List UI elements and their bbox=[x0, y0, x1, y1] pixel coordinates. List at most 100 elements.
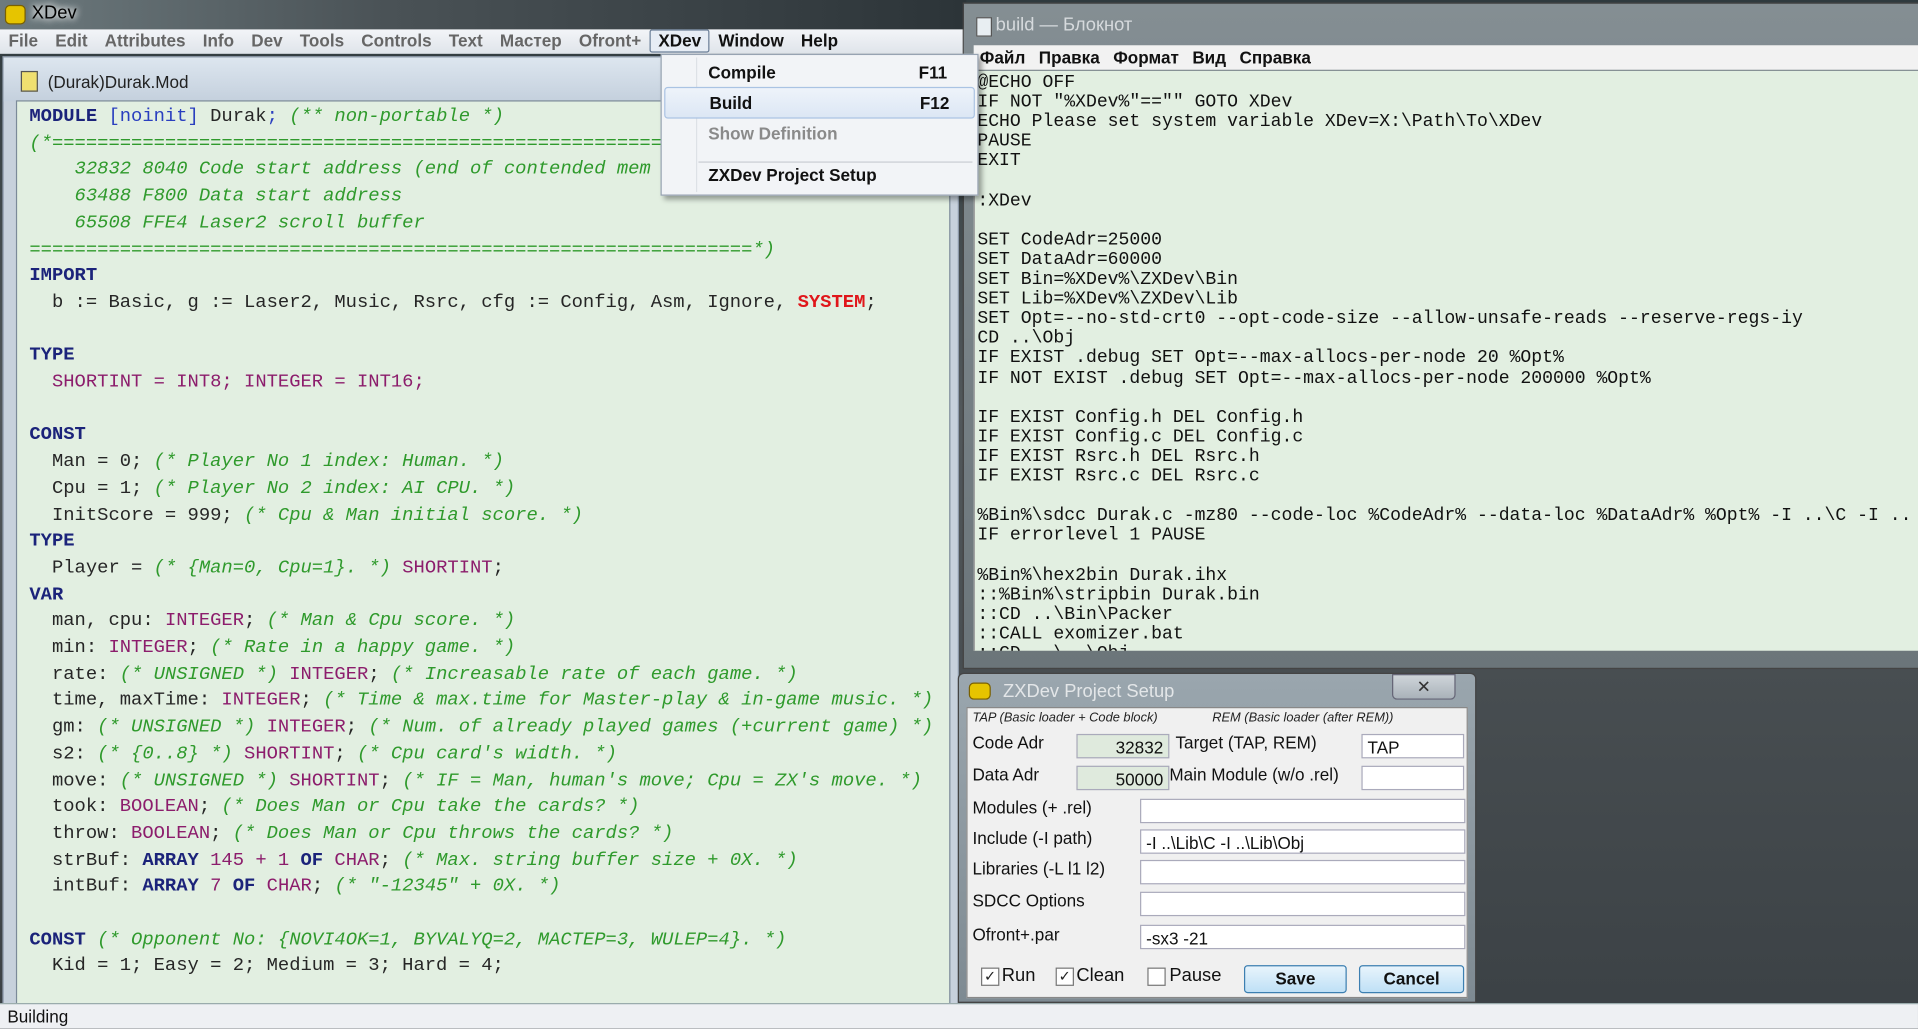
clean-checkbox[interactable]: ✓ bbox=[1055, 967, 1074, 986]
menu-2[interactable]: Attributes bbox=[96, 29, 194, 53]
notepad-menu-0[interactable]: Файл bbox=[974, 45, 1033, 69]
code-token: VAR bbox=[29, 582, 64, 605]
clean-label: Clean bbox=[1076, 965, 1125, 986]
code-token: ========================================… bbox=[29, 237, 775, 260]
code-token: 145 + 1 bbox=[198, 848, 301, 871]
libraries-field[interactable] bbox=[1140, 859, 1466, 885]
app-titlebar: XDev bbox=[0, 0, 967, 30]
save-button[interactable]: Save bbox=[1243, 965, 1347, 994]
menu-12[interactable]: Help bbox=[792, 29, 846, 53]
notepad-text-area[interactable]: @ECHO OFF IF NOT "%XDev%"=="" GOTO XDev EC… bbox=[973, 70, 1918, 651]
code-token: SHORTINT bbox=[244, 742, 335, 765]
libraries-label: Libraries (-L l1 l2) bbox=[972, 858, 1106, 879]
modules-field[interactable] bbox=[1140, 798, 1466, 824]
code-token: ; bbox=[266, 105, 290, 128]
code-adr-field[interactable]: 32832 bbox=[1076, 733, 1170, 759]
code-token: Durak bbox=[210, 105, 267, 128]
menu-item-zxdev-project-setup[interactable]: ZXDev Project Setup bbox=[664, 160, 975, 189]
sdcc-options-label: SDCC Options bbox=[972, 890, 1085, 911]
menu-item-label: Compile bbox=[708, 62, 776, 82]
code-token: BOOLEAN bbox=[131, 821, 211, 844]
menu-4[interactable]: Dev bbox=[243, 29, 292, 53]
code-token: SHORTINT bbox=[289, 768, 380, 791]
code-line: CONST (* Opponent No: {NOVI4OK=1, BYVALY… bbox=[29, 928, 786, 954]
code-token: INTEGER bbox=[108, 636, 188, 659]
menu-10[interactable]: XDev bbox=[649, 29, 710, 53]
ofront-par-field[interactable]: -sx3 -21 bbox=[1140, 924, 1466, 950]
code-editor[interactable]: MODULE [noinit] Durak; (** non-portable … bbox=[15, 100, 951, 1005]
code-token: time, maxTime: bbox=[29, 689, 222, 712]
notepad-menu-2[interactable]: Формат bbox=[1107, 45, 1186, 69]
code-line: 65508 FFE4 Laser2 scroll buffer bbox=[29, 211, 425, 237]
menu-8[interactable]: Мастер bbox=[491, 29, 570, 53]
menu-0[interactable]: File bbox=[0, 29, 47, 53]
run-checkbox[interactable]: ✓ bbox=[981, 967, 1000, 986]
notepad-menu-3[interactable]: Вид bbox=[1186, 45, 1233, 69]
code-token: ; bbox=[300, 689, 324, 712]
menu-5[interactable]: Tools bbox=[291, 29, 353, 53]
xdev-dialog-icon bbox=[968, 682, 991, 700]
menu-item-compile[interactable]: Compile F11 bbox=[664, 57, 975, 86]
code-line: strBuf: ARRAY 145 + 1 OF CHAR; (* Max. s… bbox=[29, 848, 798, 874]
menu-6[interactable]: Controls bbox=[353, 29, 441, 53]
code-token: ; bbox=[379, 848, 403, 871]
notepad-line: IF EXIST .debug SET Opt=--max-allocs-per… bbox=[977, 349, 1564, 369]
notepad-menu-1[interactable]: Правка bbox=[1033, 45, 1107, 69]
code-token: 7 bbox=[198, 874, 233, 897]
code-line: 63488 F800 Data start address bbox=[29, 185, 403, 211]
close-button[interactable]: ✕ bbox=[1392, 673, 1456, 700]
notepad-menu-4[interactable]: Справка bbox=[1233, 45, 1318, 69]
rem-note: REM (Basic loader (after REM)) bbox=[1212, 710, 1394, 726]
code-token: ; bbox=[187, 636, 211, 659]
code-token: [noinit] bbox=[97, 105, 211, 128]
menu-item-build[interactable]: Build F12 bbox=[664, 86, 975, 119]
notepad-line: IF EXIST Config.h DEL Config.h bbox=[977, 408, 1304, 428]
code-token: (* Player No 2 index: AI CPU. *) bbox=[153, 476, 516, 499]
notepad-line: ECHO Please set system variable XDev=X:\… bbox=[977, 112, 1543, 133]
code-line: move: (* UNSIGNED *) SHORTINT; (* IF = M… bbox=[29, 769, 922, 795]
code-token: SYSTEM bbox=[797, 290, 866, 314]
code-token: min: bbox=[29, 636, 109, 659]
code-token: SHORTINT bbox=[402, 556, 493, 579]
code-token: (* {0..8} *) bbox=[97, 742, 233, 765]
code-token: intBuf: bbox=[29, 874, 143, 897]
notepad-line: IF EXIST Config.c DEL Config.c bbox=[977, 427, 1304, 448]
menu-item-label: Show Definition bbox=[708, 123, 838, 144]
code-token: ; bbox=[492, 556, 504, 579]
code-line: Player = (* {Man=0, Cpu=1}. *) SHORTINT; bbox=[29, 556, 504, 582]
notepad-line: SET Lib=%XDev%\ZXDev\Lib bbox=[977, 290, 1239, 310]
desktop: XDev File Edit Attributes Info Dev Tools Contr… bbox=[0, 0, 1918, 1029]
code-token: (* UNSIGNED *) bbox=[119, 662, 278, 685]
menu-1[interactable]: Edit bbox=[47, 29, 96, 53]
main-module-field[interactable] bbox=[1361, 765, 1465, 791]
menu-11[interactable]: Window bbox=[710, 29, 793, 53]
code-line: IMPORT bbox=[29, 264, 97, 290]
notepad-icon bbox=[976, 17, 993, 37]
cancel-button[interactable]: Cancel bbox=[1358, 965, 1465, 994]
code-token: ; bbox=[865, 290, 877, 314]
code-token: ; bbox=[368, 662, 391, 685]
menu-9[interactable]: Ofront+ bbox=[570, 29, 649, 53]
code-token: (* Opponent No: {NOVI4OK=1, BYVALYQ=2, M… bbox=[97, 928, 787, 951]
code-token: (* "-12345" + 0X. *) bbox=[334, 874, 561, 897]
code-token: INTEGER bbox=[266, 715, 346, 738]
code-token: took: bbox=[29, 795, 120, 818]
code-token: move: bbox=[29, 768, 120, 791]
code-line: s2: (* {0..8} *) SHORTINT; (* Cpu card's… bbox=[29, 742, 617, 768]
menu-item-show-definition[interactable]: Show Definition bbox=[664, 119, 975, 148]
sdcc-options-field[interactable] bbox=[1140, 891, 1466, 917]
pause-checkbox[interactable] bbox=[1147, 967, 1166, 986]
notepad-line: SET Bin=%XDev%\ZXDev\Bin bbox=[977, 270, 1239, 290]
code-token: (* Cpu & Man initial score. *) bbox=[244, 503, 583, 526]
data-adr-field[interactable]: 50000 bbox=[1076, 765, 1170, 791]
code-line: rate: (* UNSIGNED *) INTEGER; (* Increas… bbox=[29, 662, 798, 689]
target-field[interactable]: TAP bbox=[1361, 733, 1465, 759]
menu-3[interactable]: Info bbox=[194, 29, 243, 53]
include-field[interactable]: -I ..\Lib\C -I ..\Lib\Obj bbox=[1140, 829, 1466, 854]
status-bar: Building bbox=[0, 1003, 1918, 1029]
code-line: CONST bbox=[29, 424, 85, 450]
menu-7[interactable]: Text bbox=[440, 29, 491, 53]
code-token: Man = 0; bbox=[29, 450, 154, 473]
